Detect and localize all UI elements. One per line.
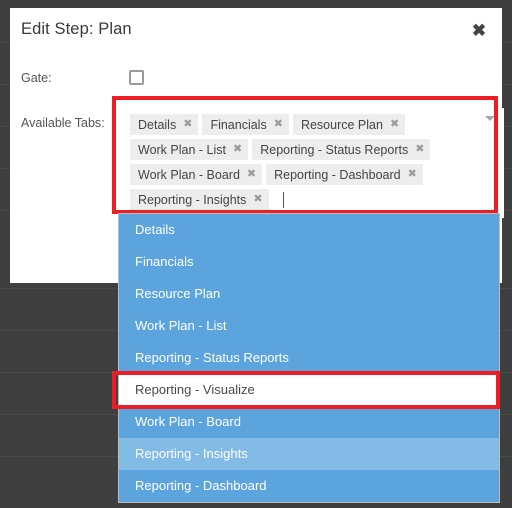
dropdown-item[interactable]: Resource Plan [119, 278, 499, 310]
tag-label: Resource Plan [300, 117, 383, 132]
tag-chip[interactable]: Reporting - Dashboard ✖ [266, 164, 423, 185]
dropdown-item[interactable]: Reporting - Status Reports [119, 342, 499, 374]
page-title: Edit Step: Plan [21, 20, 132, 38]
tag-remove-icon[interactable]: ✖ [408, 169, 417, 180]
tag-remove-icon[interactable]: ✖ [233, 144, 242, 155]
tag-remove-icon[interactable]: ✖ [247, 169, 256, 180]
available-tabs-tag-input[interactable]: Details ✖ Financials ✖ Resource Plan ✖ Work Pl… [126, 108, 504, 218]
dropdown-item[interactable]: Financials [119, 246, 499, 278]
tag-remove-icon[interactable]: ✖ [183, 119, 192, 130]
tag-remove-icon[interactable]: ✖ [253, 194, 262, 205]
dropdown-item[interactable]: Reporting - Dashboard [119, 470, 499, 502]
tag-remove-icon[interactable]: ✖ [415, 144, 424, 155]
dropdown-item[interactable]: Work Plan - Board [119, 406, 499, 438]
tag-label: Reporting - Status Reports [260, 142, 409, 157]
tag-label: Work Plan - Board [138, 167, 240, 182]
available-tabs-dropdown[interactable]: Details Financials Resource Plan Work Plan … [118, 213, 500, 503]
tag-chip[interactable]: Details ✖ [130, 114, 199, 135]
tag-chip[interactable]: Resource Plan ✖ [292, 114, 406, 135]
tag-remove-icon[interactable]: ✖ [274, 119, 283, 130]
modal-header: Edit Step: Plan ✖ [10, 8, 502, 54]
dropdown-item[interactable]: Reporting - Visualize [119, 374, 499, 406]
tag-chip[interactable]: Work Plan - Board ✖ [130, 164, 263, 185]
close-icon[interactable]: ✖ [468, 20, 490, 42]
tag-label: Financials [210, 117, 267, 132]
available-tabs-label: Available Tabs: [21, 116, 105, 130]
text-cursor [283, 191, 285, 208]
tag-label: Reporting - Insights [138, 192, 247, 207]
dropdown-item[interactable]: Reporting - Insights [119, 438, 499, 470]
tag-chip[interactable]: Reporting - Insights ✖ [130, 189, 269, 210]
dropdown-item[interactable]: Work Plan - List [119, 310, 499, 342]
gate-label: Gate: [21, 71, 52, 85]
tag-label: Reporting - Dashboard [274, 167, 401, 182]
tag-label: Details [138, 117, 177, 132]
dropdown-item[interactable]: Details [119, 214, 499, 246]
tag-label: Work Plan - List [138, 142, 226, 157]
tag-text-entry[interactable] [277, 189, 285, 210]
tag-chip[interactable]: Reporting - Status Reports ✖ [252, 139, 431, 160]
chevron-down-icon[interactable] [485, 116, 495, 121]
tag-chip[interactable]: Work Plan - List ✖ [130, 139, 249, 160]
tag-chip[interactable]: Financials ✖ [202, 114, 289, 135]
tag-remove-icon[interactable]: ✖ [390, 119, 399, 130]
gate-checkbox[interactable] [129, 70, 144, 85]
